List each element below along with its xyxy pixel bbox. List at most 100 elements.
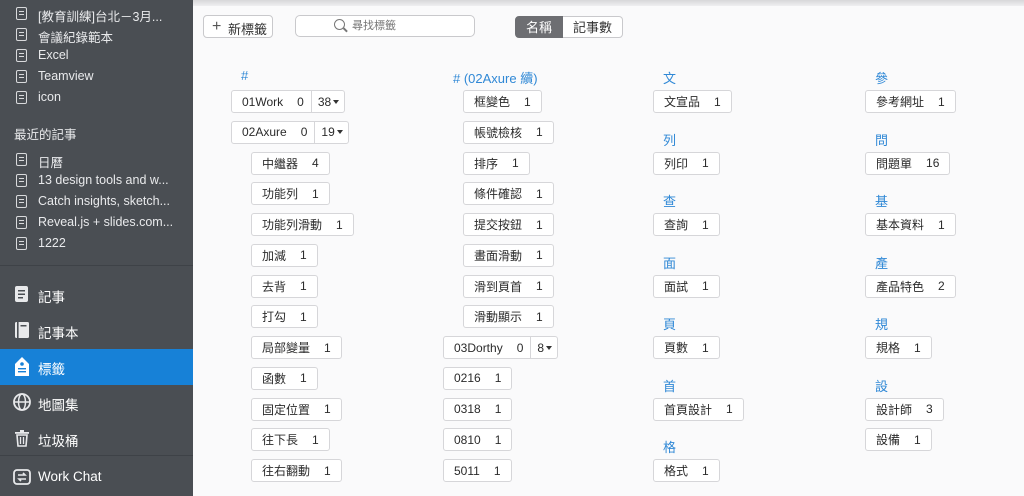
tag-count: 1 <box>494 432 502 447</box>
sidebar-note-item[interactable]: 會議紀錄範本 <box>0 24 193 45</box>
search-icon <box>334 19 345 30</box>
tag-name: 面試 <box>664 279 689 294</box>
tag-item[interactable]: 03Dorthy 0 8 <box>443 336 559 359</box>
subtag-dropdown[interactable]: 38 <box>310 91 344 112</box>
tag-group-letter: # (02Axure 續) <box>453 71 538 86</box>
tag-count: 3 <box>926 402 933 416</box>
tag-item[interactable]: 面試 1 <box>653 274 720 298</box>
tag-name: 頁數 <box>664 341 689 355</box>
recent-note-item[interactable]: Catch insights, sketch... <box>0 191 193 212</box>
nav-item-notebook[interactable]: 記事本 <box>0 313 193 347</box>
tag-item[interactable]: 功能列 1 <box>251 182 330 206</box>
note-icon <box>16 237 27 250</box>
tag-item[interactable]: 滑動顯示 1 <box>463 305 554 329</box>
tag-count: 1 <box>312 432 319 447</box>
tag-count: 1 <box>324 402 331 416</box>
tag-item[interactable]: 中繼器 4 <box>251 151 330 175</box>
note-icon <box>16 216 27 229</box>
tag-item[interactable]: 5011 1 <box>443 459 512 482</box>
tag-item[interactable]: 基本資料 1 <box>865 213 956 236</box>
recent-note-item[interactable]: 1222 <box>0 233 193 254</box>
sort-by-name-button[interactable]: 名稱 <box>515 16 564 38</box>
tag-item[interactable]: 往下長 1 <box>251 428 330 452</box>
tag-item[interactable]: 打勾 1 <box>251 305 318 329</box>
recent-note-item[interactable]: 13 design tools and w... <box>0 170 193 191</box>
tag-item[interactable]: 首頁設計 1 <box>653 397 744 421</box>
nav-item-atlas[interactable]: 地圖集 <box>0 385 193 419</box>
sidebar-note-item[interactable]: Excel <box>0 45 193 66</box>
tag-name: 功能列 <box>262 187 299 202</box>
tag-item[interactable]: 往右翻動 1 <box>251 459 342 482</box>
tag-item[interactable]: 加減 1 <box>251 243 318 267</box>
sort-by-count-button[interactable]: 記事數 <box>563 16 624 38</box>
subtag-dropdown[interactable]: 19 <box>314 121 347 143</box>
tag-item[interactable]: 列印 1 <box>653 151 720 175</box>
tag-group-letter: 基 <box>875 194 889 209</box>
recent-note-label: 1222 <box>38 236 66 250</box>
recent-note-label: 日曆 <box>38 156 64 170</box>
tag-name: 列印 <box>664 156 689 171</box>
tag-count: 1 <box>938 94 945 109</box>
chevron-down-icon <box>336 130 343 135</box>
tag-name: 固定位置 <box>262 402 311 417</box>
recent-note-item[interactable]: 日曆 <box>0 149 193 170</box>
notes-icon <box>12 284 32 304</box>
sidebar-note-item[interactable]: icon <box>0 87 193 108</box>
sidebar-note-item[interactable]: Teamview <box>0 66 193 87</box>
nav-item-work-chat[interactable]: Work Chat <box>0 460 193 494</box>
tag-item[interactable]: 0318 1 <box>443 397 513 421</box>
tag-group-letter: 列 <box>663 132 677 148</box>
tag-item[interactable]: 去背 1 <box>251 274 318 298</box>
chevron-down-icon <box>546 345 553 350</box>
tag-item[interactable]: 條件確認 1 <box>463 182 554 206</box>
subtag-dropdown[interactable]: 8 <box>530 337 557 358</box>
tag-name: 查詢 <box>664 218 689 232</box>
recent-note-item[interactable]: Reveal.js + slides.com... <box>0 212 193 233</box>
tag-item[interactable]: 頁數 1 <box>653 336 720 359</box>
tag-item[interactable]: 查詢 1 <box>653 213 720 236</box>
tag-item[interactable]: 固定位置 1 <box>251 397 342 421</box>
tag-group-letter: 文 <box>663 71 677 86</box>
tag-item[interactable]: 參考網址 1 <box>865 90 956 113</box>
tag-item[interactable]: 排序 1 <box>463 151 530 175</box>
tag-count: 2 <box>938 279 945 293</box>
tag-item[interactable]: 問題單 16 <box>865 151 951 175</box>
tag-name: 參考網址 <box>876 95 925 109</box>
tag-name: 設備 <box>876 433 901 448</box>
tag-search-field[interactable] <box>295 15 475 37</box>
nav-item-tag[interactable]: 標籤 <box>0 349 193 385</box>
tag-item[interactable]: 框變色 1 <box>463 90 542 113</box>
tag-item[interactable]: 設計師 3 <box>865 397 944 421</box>
tag-item[interactable]: 0810 1 <box>443 428 513 452</box>
tag-item[interactable]: 規格 1 <box>865 336 932 359</box>
tag-item[interactable]: 滑到頁首 1 <box>463 274 554 298</box>
tag-item[interactable]: 局部變量 1 <box>251 336 342 359</box>
tag-count: 1 <box>702 279 709 293</box>
sidebar-note-label: icon <box>38 90 61 104</box>
tag-item[interactable]: 02Axure 0 19 <box>231 120 349 144</box>
tag-item[interactable]: 文宣品 1 <box>653 90 732 113</box>
tag-name: 畫面滑動 <box>474 248 523 263</box>
notebook-icon <box>12 320 32 340</box>
tag-item[interactable]: 功能列滑動 1 <box>251 213 354 236</box>
work-chat-icon <box>12 467 32 487</box>
tag-item[interactable]: 產品特色 2 <box>865 274 956 298</box>
tag-count: 1 <box>524 94 531 109</box>
tag-item[interactable]: 帳號檢核 1 <box>463 120 554 144</box>
tag-item[interactable]: 函數 1 <box>251 366 318 390</box>
tag-name: 01Work <box>242 94 284 109</box>
tag-search-input[interactable] <box>352 18 462 34</box>
tag-item[interactable]: 畫面滑動 1 <box>463 243 554 267</box>
tag-item[interactable]: 提交按鈕 1 <box>463 213 554 236</box>
tag-item[interactable]: 01Work 0 38 <box>231 90 346 113</box>
tag-item[interactable]: 格式 1 <box>653 459 720 482</box>
nav-item-notes[interactable]: 記事 <box>0 277 193 311</box>
tag-item[interactable]: 0216 1 <box>443 366 513 390</box>
tag-group-letter: 頁 <box>663 317 677 332</box>
sidebar-note-item[interactable]: [教育訓練]台北－3月... <box>0 3 193 24</box>
tag-item[interactable]: 設備 1 <box>865 428 932 452</box>
note-icon <box>16 28 27 41</box>
nav-item-trash[interactable]: 垃圾桶 <box>0 421 193 455</box>
tag-name: 去背 <box>262 279 287 294</box>
new-tag-button[interactable]: + 新標籤 <box>203 15 273 38</box>
